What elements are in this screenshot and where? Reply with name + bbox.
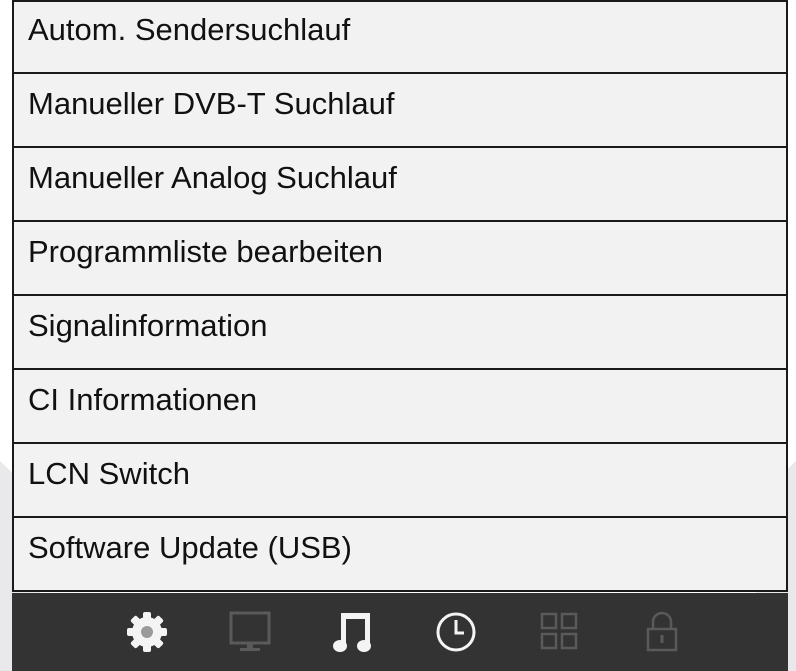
monitor-icon [229, 611, 271, 651]
menu-item-label: Autom. Sendersuchlauf [28, 12, 351, 47]
lock-icon [646, 611, 678, 652]
menu-item-label: Manueller Analog Suchlauf [28, 160, 397, 195]
tab-sound[interactable] [326, 605, 380, 659]
menu-item-label: Manueller DVB-T Suchlauf [28, 86, 395, 121]
menu-item-software-update[interactable]: Software Update (USB) [12, 518, 788, 592]
menu-item-manual-analog-scan[interactable]: Manueller Analog Suchlauf [12, 148, 788, 222]
menu-item-auto-scan[interactable]: Autom. Sendersuchlauf [12, 0, 788, 74]
menu-item-manual-dvbt-scan[interactable]: Manueller DVB-T Suchlauf [12, 74, 788, 148]
grid-icon [540, 612, 578, 650]
clock-icon [436, 612, 476, 652]
menu-item-label: CI Informationen [28, 382, 258, 417]
menu-item-label: LCN Switch [28, 456, 190, 491]
tab-setup[interactable] [120, 605, 174, 659]
tab-lock[interactable] [635, 605, 689, 659]
tab-time[interactable] [429, 605, 483, 659]
menu-item-label: Software Update (USB) [28, 530, 352, 565]
menu-item-signal-information[interactable]: Signalinformation [12, 296, 788, 370]
menu-item-label: Signalinformation [28, 308, 268, 343]
menu-item-ci-information[interactable]: CI Informationen [12, 370, 788, 444]
tab-picture[interactable] [223, 605, 277, 659]
menu-item-edit-program-list[interactable]: Programmliste bearbeiten [12, 222, 788, 296]
screen: Autom. Sendersuchlauf Manueller DVB-T Su… [0, 0, 796, 671]
gear-icon [127, 612, 167, 652]
category-tab-bar [12, 593, 788, 671]
setup-menu: Autom. Sendersuchlauf Manueller DVB-T Su… [12, 0, 788, 592]
menu-item-lcn-switch[interactable]: LCN Switch [12, 444, 788, 518]
music-note-icon [333, 613, 371, 652]
tab-option[interactable] [532, 605, 586, 659]
menu-item-label: Programmliste bearbeiten [28, 234, 383, 269]
